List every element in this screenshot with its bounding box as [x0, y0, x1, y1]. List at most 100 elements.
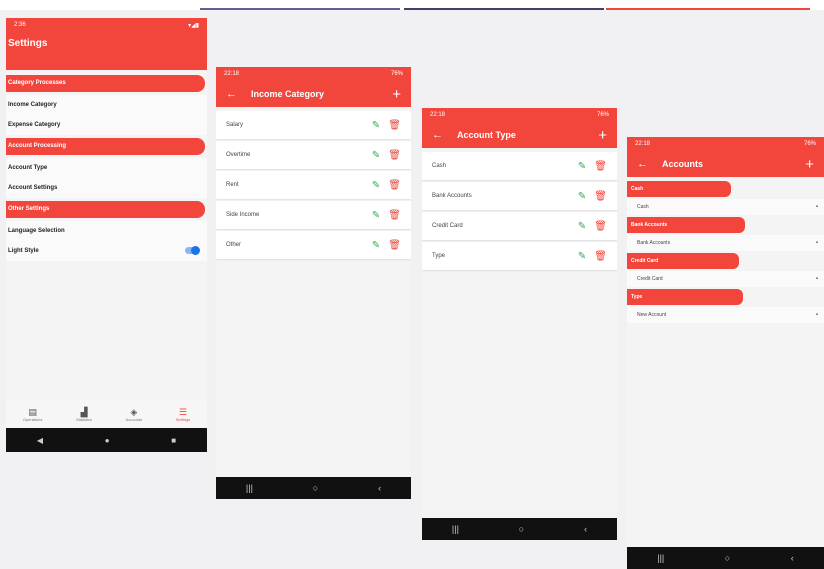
bar-chart-icon: ▟ [80, 406, 88, 417]
menu-icon[interactable]: ▪ [816, 235, 818, 251]
settings-list-icon: ☰ [178, 406, 187, 417]
home-icon[interactable]: ○ [725, 553, 730, 563]
wallet-icon: ◈ [130, 406, 138, 417]
app-bar: ← Account Type + [422, 122, 617, 148]
status-battery: 76% [596, 112, 609, 118]
page-title: Account Type [457, 130, 516, 140]
section-other-settings: Other Settings [6, 201, 205, 218]
section-account-processing: Account Processing [6, 138, 205, 155]
row-label: Salary [226, 122, 244, 128]
list-item[interactable]: Salary ✎ 🗑 [216, 111, 411, 139]
edit-icon[interactable]: ✎ [578, 251, 586, 262]
menu-icon[interactable]: ▪ [816, 199, 818, 215]
recents-square-icon[interactable]: ■ [171, 436, 176, 445]
back-chevron-icon[interactable]: ‹ [791, 553, 794, 563]
status-time: 22:18 [430, 112, 446, 118]
trash-icon[interactable]: 🗑 [388, 210, 401, 221]
list-item[interactable]: Cash ✎ 🗑 [422, 152, 617, 180]
status-bar: 22:18 76% [422, 108, 617, 122]
list-item[interactable]: Type ✎ 🗑 [422, 242, 617, 270]
row-label: Bank Accounts [432, 193, 472, 199]
back-chevron-icon[interactable]: ‹ [584, 524, 587, 534]
nav-operations[interactable]: ▤ Operations [23, 407, 43, 422]
recents-icon[interactable]: ||| [452, 524, 459, 534]
top-strip-segment [606, 8, 810, 10]
row-label: Overtime [226, 152, 251, 158]
add-icon[interactable]: + [805, 157, 814, 172]
edit-icon[interactable]: ✎ [578, 161, 586, 172]
nav-accounts[interactable]: ◈ Accounts [126, 407, 142, 422]
trash-icon[interactable]: 🗑 [388, 120, 401, 131]
list-item[interactable]: Rent ✎ 🗑 [216, 171, 411, 199]
account-item-cash[interactable]: Cash ▪ [627, 199, 824, 215]
nav-label: Statistics [76, 416, 93, 422]
back-triangle-icon[interactable]: ◀ [37, 436, 43, 445]
nav-statistics[interactable]: ▟ Statistics [76, 407, 92, 422]
recents-icon[interactable]: ||| [657, 553, 664, 563]
edit-icon[interactable]: ✎ [578, 191, 586, 202]
receipt-icon: ▤ [28, 406, 37, 417]
menu-icon[interactable]: ▪ [816, 307, 818, 323]
income-category-screen: 22:18 76% ← Income Category + Salary ✎ 🗑… [216, 67, 411, 499]
list-item[interactable]: Side Income ✎ 🗑 [216, 201, 411, 229]
back-arrow-icon[interactable]: ← [226, 88, 237, 100]
account-type-screen: 22:18 76% ← Account Type + Cash ✎ 🗑 Bank… [422, 108, 617, 540]
add-icon[interactable]: + [392, 87, 401, 102]
edit-icon[interactable]: ✎ [578, 221, 586, 232]
back-chevron-icon[interactable]: ‹ [378, 483, 381, 493]
list-item[interactable]: Overtime ✎ 🗑 [216, 141, 411, 169]
settings-item-account-settings[interactable]: Account Settings [6, 178, 207, 198]
trash-icon[interactable]: 🗑 [388, 150, 401, 161]
top-strip-segment [404, 8, 604, 10]
trash-icon[interactable]: 🗑 [594, 251, 607, 262]
trash-icon[interactable]: 🗑 [594, 221, 607, 232]
edit-icon[interactable]: ✎ [372, 120, 380, 131]
list-item[interactable]: Credit Card ✎ 🗑 [422, 212, 617, 240]
account-item-new-account[interactable]: New Account ▪ [627, 307, 824, 323]
trash-icon[interactable]: 🗑 [388, 180, 401, 191]
back-arrow-icon[interactable]: ← [432, 129, 443, 141]
list-item[interactable]: Bank Accounts ✎ 🗑 [422, 182, 617, 210]
settings-item-income-category[interactable]: Income Category [6, 95, 207, 115]
status-battery: 76% [803, 141, 816, 147]
status-bar: 22:18 76% [216, 67, 411, 81]
nav-settings[interactable]: ☰ Settings [176, 407, 190, 422]
trash-icon[interactable]: 🗑 [594, 191, 607, 202]
back-arrow-icon[interactable]: ← [637, 158, 648, 170]
system-navigation: ||| ○ ‹ [216, 477, 411, 499]
edit-icon[interactable]: ✎ [372, 240, 380, 251]
menu-icon[interactable]: ▪ [816, 271, 818, 287]
edit-icon[interactable]: ✎ [372, 210, 380, 221]
home-icon[interactable]: ○ [313, 483, 318, 493]
settings-item-account-type[interactable]: Account Type [6, 158, 207, 178]
status-time: 2:36 [14, 22, 26, 28]
page-title: Accounts [662, 159, 704, 169]
recents-icon[interactable]: ||| [246, 483, 253, 493]
settings-item-language-selection[interactable]: Language Selection [6, 221, 207, 241]
light-style-toggle[interactable] [185, 246, 200, 255]
home-icon[interactable]: ○ [519, 524, 524, 534]
settings-item-expense-category[interactable]: Expense Category [6, 115, 207, 135]
account-item-credit-card[interactable]: Credit Card ▪ [627, 271, 824, 287]
status-battery: 76% [390, 71, 403, 77]
group-header-bank-accounts: Bank Accounts [627, 217, 745, 233]
account-label: Bank Accounts [637, 240, 671, 246]
page-title: Settings [8, 38, 48, 49]
edit-icon[interactable]: ✎ [372, 150, 380, 161]
home-circle-icon[interactable]: ● [105, 436, 110, 445]
account-label: New Account [637, 312, 667, 318]
page-title: Income Category [251, 89, 325, 99]
add-icon[interactable]: + [598, 128, 607, 143]
settings-header: 2:36 ▾◢▮ Settings [6, 18, 207, 70]
bottom-navigation: ▤ Operations ▟ Statistics ◈ Accounts ☰ S… [6, 400, 207, 428]
top-strip-segment [200, 8, 400, 10]
list-item[interactable]: Other ✎ 🗑 [216, 231, 411, 259]
row-label: Rent [226, 182, 239, 188]
account-label: Cash [637, 204, 649, 210]
trash-icon[interactable]: 🗑 [594, 161, 607, 172]
status-time: 22:18 [224, 71, 240, 77]
nav-label: Accounts [125, 416, 143, 422]
account-item-bank-accounts[interactable]: Bank Accounts ▪ [627, 235, 824, 251]
trash-icon[interactable]: 🗑 [388, 240, 401, 251]
edit-icon[interactable]: ✎ [372, 180, 380, 191]
